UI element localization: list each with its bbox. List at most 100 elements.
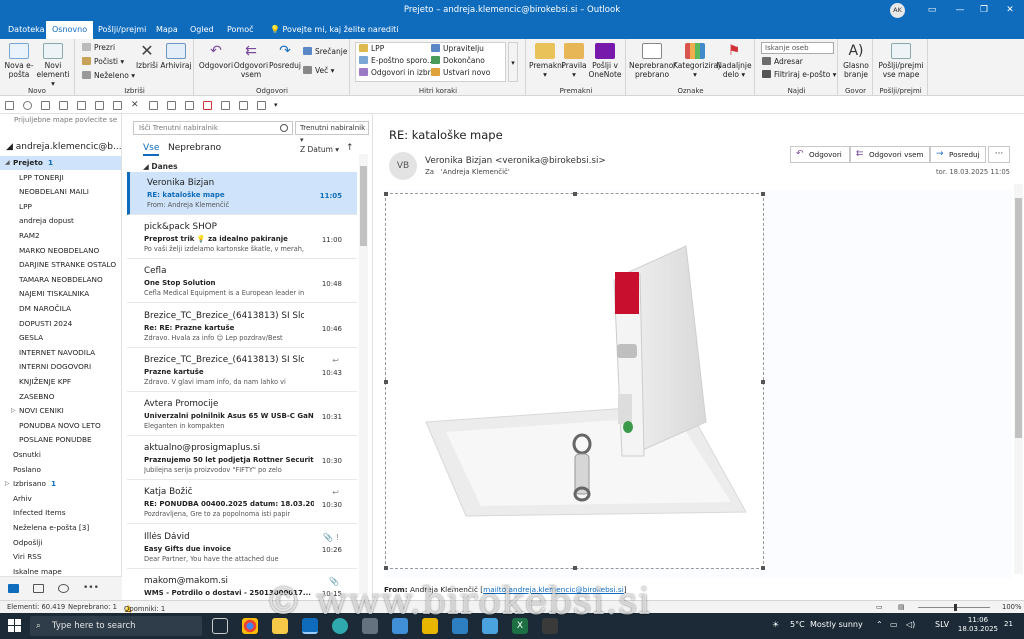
- move-button[interactable]: Premakni ▾: [529, 43, 564, 79]
- edge-icon[interactable]: [332, 618, 348, 634]
- more-actions-button[interactable]: ···: [988, 146, 1010, 163]
- message-list-item[interactable]: aktualno@prosigmaplus.si Praznujemo 50 le…: [127, 437, 357, 481]
- network-icon[interactable]: ▭: [890, 620, 898, 629]
- folder-item[interactable]: ZASEBNO: [0, 390, 121, 404]
- delete-small-icon[interactable]: ✕: [131, 101, 140, 110]
- account-avatar[interactable]: AK: [890, 3, 905, 18]
- resize-handle[interactable]: [761, 380, 765, 384]
- weather-temp[interactable]: 5°C: [790, 620, 805, 629]
- quick-steps-more-icon[interactable]: ▾: [508, 42, 518, 82]
- folder-item[interactable]: DARJINE STRANKE OSTALO: [0, 258, 121, 272]
- reply-small-icon[interactable]: [77, 101, 86, 110]
- message-list-item[interactable]: Brezice_TC_Brezice_(6413813) SI Slo... Re…: [127, 305, 357, 348]
- reply-all-button[interactable]: ⇇ Odgovori vsem: [233, 43, 269, 79]
- excel-icon[interactable]: X: [512, 618, 528, 634]
- ribbon-display-icon[interactable]: ▭: [918, 0, 946, 21]
- weather-icon[interactable]: ☀: [772, 620, 779, 629]
- collapse-icon[interactable]: ◢: [5, 156, 10, 170]
- quick-step-to-manager[interactable]: Upravitelju: [431, 44, 484, 54]
- reply-all-button-reading[interactable]: ⇇ Odgovori vsem: [850, 146, 930, 163]
- customize-qat-icon[interactable]: ▾: [274, 101, 283, 110]
- folder-item[interactable]: INTERNET NAVODILA: [0, 346, 121, 360]
- send-receive-small-icon[interactable]: [5, 101, 14, 110]
- folder-item[interactable]: LPP: [0, 200, 121, 214]
- expand-icon[interactable]: ▷: [11, 404, 16, 418]
- tag-icon[interactable]: [239, 101, 248, 110]
- app-icon[interactable]: [452, 618, 468, 634]
- folder-item[interactable]: Arhiv: [0, 492, 121, 506]
- onenote-button[interactable]: Pošlji v OneNote: [587, 43, 623, 79]
- app-icon[interactable]: [542, 618, 558, 634]
- folder-item[interactable]: andreja dopust: [0, 214, 121, 228]
- search-input[interactable]: Išči Trenutni nabiralnik: [133, 121, 293, 135]
- expand-icon[interactable]: ▷: [5, 477, 10, 491]
- forward-button[interactable]: ↷ Posreduj: [268, 43, 302, 70]
- folder-item[interactable]: Infected Items: [0, 506, 121, 520]
- scrollbar-thumb[interactable]: [1015, 198, 1022, 438]
- tray-chevron-icon[interactable]: ⌃: [876, 620, 883, 629]
- resize-handle[interactable]: [761, 192, 765, 196]
- folder-item[interactable]: Iskalne mape: [0, 565, 121, 576]
- resize-handle[interactable]: [384, 566, 388, 570]
- more-nav-icon[interactable]: •••: [83, 584, 99, 593]
- calendar-nav-icon[interactable]: [33, 584, 44, 593]
- follow-up-button[interactable]: ⚑ Nadaljnje delo ▾: [716, 43, 752, 79]
- junk-button[interactable]: Neželeno ▾: [82, 71, 135, 81]
- folder-item[interactable]: DM NAROČILA: [0, 302, 121, 316]
- folder-item[interactable]: MARKO NEOBDELANO: [0, 244, 121, 258]
- quick-step-reply-delete[interactable]: Odgovori in izbriši: [359, 68, 439, 78]
- outlook-taskbar-icon[interactable]: [302, 618, 318, 634]
- resize-handle[interactable]: [384, 192, 388, 196]
- message-list-scrollbar[interactable]: [359, 154, 368, 594]
- new-email-button[interactable]: Nova e-pošta: [3, 43, 35, 79]
- message-list-item[interactable]: Cefla One Stop Solution Cefla Medical Equi…: [127, 260, 357, 304]
- folder-item[interactable]: KNJIŽENJE KPF: [0, 375, 121, 389]
- trash-icon[interactable]: [149, 101, 158, 110]
- reply-all-small-icon[interactable]: [95, 101, 104, 110]
- account-header[interactable]: ◢ andreja.klemencic@b...: [6, 142, 121, 152]
- send-receive-all-button[interactable]: Pošlji/prejmi vse mape: [876, 43, 926, 79]
- folder-item[interactable]: NAJEMI TISKALNIKA: [0, 287, 121, 301]
- folder-item[interactable]: ▷ Izbrisano 1: [0, 477, 121, 491]
- folder-item[interactable]: Osnutki: [0, 448, 121, 462]
- forward-button-reading[interactable]: → Posreduj: [930, 146, 986, 163]
- categorize-button[interactable]: Kategoriziraj ▾: [673, 43, 720, 79]
- message-list-item[interactable]: Katja Božič RE: PONUDBA 00400.2025 datum:…: [127, 481, 357, 525]
- mail-nav-icon[interactable]: [8, 584, 19, 593]
- tell-me-box[interactable]: 💡 Povejte mi, kaj želite narediti: [270, 21, 399, 39]
- resize-handle[interactable]: [384, 380, 388, 384]
- folder-item[interactable]: TAMARA NEOBDELANO: [0, 273, 121, 287]
- more-respond-button[interactable]: Več ▾: [303, 66, 334, 76]
- filter-small-icon[interactable]: [185, 101, 194, 110]
- filter-email-button[interactable]: Filtriraj e-pošto ▾: [762, 70, 836, 80]
- ignore-button[interactable]: Prezri: [82, 43, 115, 53]
- folder-item[interactable]: Neželena e-pošta [3]: [0, 521, 121, 535]
- folder-item[interactable]: Viri RSS: [0, 550, 121, 564]
- blocked-icon[interactable]: [203, 101, 212, 110]
- tab-help[interactable]: Pomoč: [221, 21, 260, 39]
- maximize-icon[interactable]: ❐: [970, 0, 998, 21]
- close-icon[interactable]: ✕: [996, 0, 1024, 21]
- filter-all-tab[interactable]: Vse: [143, 143, 160, 156]
- resize-handle[interactable]: [761, 566, 765, 570]
- new-items-button[interactable]: Novi elementi ▾: [34, 43, 72, 88]
- scrollbar-thumb[interactable]: [360, 166, 367, 246]
- quick-step-email-message[interactable]: E-poštno sporo...: [359, 56, 434, 66]
- message-list-item[interactable]: Brezice_TC_Brezice_(6413813) SI Slo... Pr…: [127, 349, 357, 392]
- keyboard-language[interactable]: SLV: [935, 620, 949, 629]
- sender-name[interactable]: Veronika Bizjan <veronika@birokebsi.si>: [425, 156, 606, 166]
- sort-direction-icon[interactable]: ↑: [346, 143, 354, 153]
- resize-handle[interactable]: [573, 566, 577, 570]
- delete-button[interactable]: ✕ Izbriši: [134, 43, 160, 71]
- folder-item[interactable]: ◢ Prejeto 1: [0, 156, 121, 170]
- windows-start-icon[interactable]: [8, 619, 21, 632]
- sender-avatar[interactable]: VB: [389, 152, 417, 180]
- folder-item[interactable]: PONUDBA NOVO LETO: [0, 419, 121, 433]
- folder-item[interactable]: LPP TONERJI: [0, 171, 121, 185]
- message-list-item[interactable]: Veronika Bizjan RE: kataloške mape From: A…: [127, 172, 357, 215]
- reply-button[interactable]: ↶ Odgovori: [198, 43, 234, 70]
- folder-item[interactable]: POSLANE PONUDBE: [0, 433, 121, 447]
- address-book-button[interactable]: Adresar: [762, 57, 803, 67]
- quick-step-done[interactable]: Dokončano: [431, 56, 485, 66]
- rules-button[interactable]: Pravila ▾: [560, 43, 588, 79]
